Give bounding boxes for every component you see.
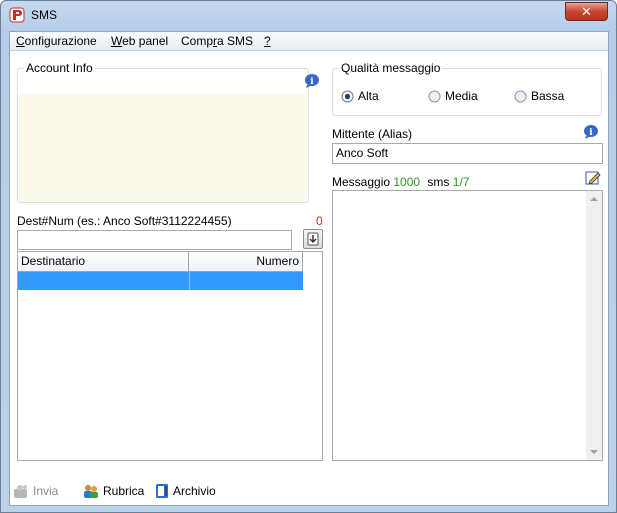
menu-compra-sms[interactable]: Compra SMS bbox=[181, 34, 253, 48]
send-button[interactable]: Invia bbox=[13, 482, 58, 500]
radio-unchecked-icon bbox=[428, 90, 441, 102]
archive-book-icon bbox=[156, 484, 168, 498]
send-icon bbox=[14, 485, 27, 498]
client-area: Configurazione Web panel Compra SMS ? Ac… bbox=[9, 31, 609, 506]
rubrica-button[interactable]: Rubrica bbox=[83, 482, 144, 500]
svg-text:i: i bbox=[310, 77, 314, 87]
contacts-icon bbox=[84, 485, 98, 498]
recipients-list[interactable]: Destinatario Numero bbox=[17, 251, 323, 461]
quality-group: Qualità messaggio Alta Media Bassa bbox=[332, 61, 602, 116]
sender-info-icon[interactable]: i bbox=[583, 124, 599, 140]
message-sms-label: sms bbox=[427, 175, 450, 189]
radio-unchecked-icon bbox=[514, 90, 527, 102]
quality-label: Qualità messaggio bbox=[339, 61, 443, 75]
radio-checked-icon bbox=[341, 90, 354, 102]
account-info-label: Account Info bbox=[24, 61, 95, 75]
message-label: Messaggio bbox=[332, 175, 391, 189]
svg-text:i: i bbox=[589, 128, 593, 138]
col-numero[interactable]: Numero bbox=[189, 252, 303, 272]
scroll-up-icon[interactable] bbox=[590, 197, 598, 201]
message-header: Messaggio 1000 sms 1/7 bbox=[332, 175, 469, 189]
sender-label: Mittente (Alias) bbox=[332, 127, 413, 141]
account-info-icon[interactable]: i bbox=[304, 73, 320, 89]
title-bar[interactable]: SMS ✕ bbox=[1, 1, 616, 31]
close-button[interactable]: ✕ bbox=[565, 2, 608, 21]
quality-option-bassa[interactable]: Bassa bbox=[514, 89, 564, 103]
row-divider bbox=[189, 272, 190, 290]
menu-configurazione[interactable]: Configurazione bbox=[16, 34, 97, 48]
quality-option-media[interactable]: Media bbox=[428, 89, 478, 103]
account-info-group: Account Info i bbox=[17, 61, 319, 203]
app-logo-icon bbox=[9, 7, 25, 23]
col-destinatario[interactable]: Destinatario bbox=[18, 252, 189, 272]
sms-window: SMS ✕ Configurazione Web panel Compra SM… bbox=[0, 0, 617, 513]
sender-input[interactable]: Anco Soft bbox=[332, 143, 603, 164]
scroll-down-icon[interactable] bbox=[590, 450, 598, 454]
account-info-area bbox=[19, 94, 306, 202]
window-title: SMS bbox=[31, 8, 58, 22]
dest-input[interactable] bbox=[17, 230, 292, 250]
dest-label: Dest#Num (es.: Anco Soft#3112224455) bbox=[17, 214, 232, 228]
menu-web-panel[interactable]: Web panel bbox=[111, 34, 168, 48]
menu-bar: Configurazione Web panel Compra SMS ? bbox=[10, 32, 608, 51]
recipients-header: Destinatario Numero bbox=[18, 252, 303, 272]
arrow-down-icon bbox=[307, 232, 319, 246]
close-icon: ✕ bbox=[581, 4, 592, 19]
table-row[interactable] bbox=[18, 272, 303, 290]
message-scrollbar[interactable] bbox=[586, 191, 602, 460]
quality-option-alta[interactable]: Alta bbox=[341, 89, 379, 103]
add-recipient-button[interactable] bbox=[303, 229, 323, 249]
archivio-button[interactable]: Archivio bbox=[155, 482, 216, 500]
edit-icon[interactable] bbox=[585, 170, 601, 186]
message-sms-count: 1/7 bbox=[452, 175, 470, 189]
dest-count: 0 bbox=[316, 214, 323, 228]
menu-help[interactable]: ? bbox=[264, 34, 271, 48]
message-textarea[interactable] bbox=[332, 190, 603, 461]
message-chars-left: 1000 bbox=[393, 175, 421, 189]
